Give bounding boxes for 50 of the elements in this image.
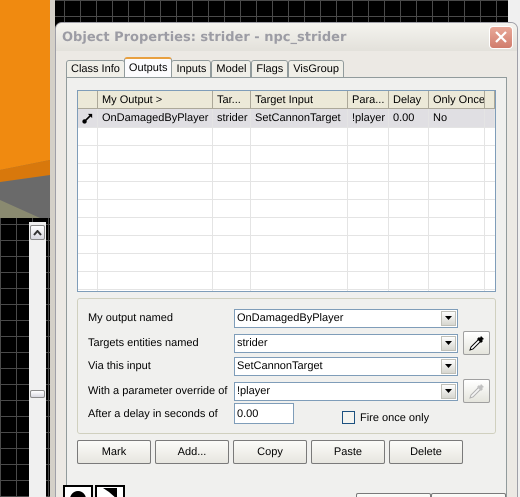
close-button[interactable] xyxy=(489,26,513,48)
column-header[interactable]: Target Input xyxy=(251,91,348,109)
dialog-button[interactable]: Delete xyxy=(389,440,463,464)
tab[interactable]: Outputs xyxy=(124,57,172,77)
dialog-button[interactable]: Copy xyxy=(233,440,307,464)
dialog-button[interactable]: Add... xyxy=(155,440,229,464)
table-cell: strider xyxy=(213,109,251,127)
scroll-thumb[interactable] xyxy=(30,390,45,398)
column-header[interactable]: Delay xyxy=(389,91,429,109)
table-cell: SetCannonTarget xyxy=(251,109,348,127)
combo-box[interactable]: !player xyxy=(234,382,458,400)
eyedropper-button[interactable] xyxy=(463,331,490,355)
tab[interactable]: Inputs xyxy=(171,60,212,77)
table-row[interactable]: OnDamagedByPlayer strider SetCannonTarget !player 0.00 No xyxy=(78,109,495,127)
dropdown-arrow-icon xyxy=(445,316,452,320)
combo-box[interactable]: strider xyxy=(234,334,458,352)
field-label: Via this input xyxy=(88,360,152,372)
field-label: My output named xyxy=(88,312,174,324)
table-cell: 0.00 xyxy=(389,109,429,127)
table-cell: !player xyxy=(348,109,389,127)
column-header[interactable]: Tar... xyxy=(213,91,251,109)
window-title: Object Properties: strider - npc_strider xyxy=(62,30,346,44)
dropdown-arrow-icon xyxy=(445,364,452,368)
field-label: After a delay in seconds of xyxy=(88,408,219,420)
combo-box[interactable]: SetCannonTarget xyxy=(234,356,458,376)
tab[interactable]: Class Info xyxy=(66,60,125,77)
arrow-icon xyxy=(101,487,119,497)
combo-box[interactable]: OnDamagedByPlayer xyxy=(234,308,458,328)
eyedropper-icon xyxy=(468,382,486,400)
eyedropper-icon xyxy=(468,334,486,352)
dropdown-arrow-icon xyxy=(445,341,452,345)
field-label: With a parameter override of xyxy=(88,385,228,397)
tab[interactable]: Flags xyxy=(251,60,288,77)
scrollbar[interactable] xyxy=(29,222,46,497)
column-header[interactable]: My Output > xyxy=(98,91,213,109)
table-cell: OnDamagedByPlayer xyxy=(98,109,213,127)
dropdown-arrow-icon xyxy=(445,389,452,393)
field-label: Targets entities named xyxy=(88,337,200,349)
fire-once-checkbox[interactable]: Fire once only xyxy=(342,411,430,424)
dialog-button[interactable]: Paste xyxy=(311,440,385,464)
tab[interactable]: VisGroup xyxy=(288,60,344,77)
column-header[interactable]: Para... xyxy=(348,91,389,109)
close-icon xyxy=(495,31,507,43)
dialog-button[interactable]: Mark xyxy=(77,440,151,464)
input-field[interactable]: 0.00 xyxy=(234,403,294,424)
tab[interactable]: Model xyxy=(211,60,252,77)
table-cell: No xyxy=(429,109,485,127)
entity-arrow-icon xyxy=(82,112,93,124)
column-header xyxy=(485,91,495,109)
column-header[interactable] xyxy=(78,91,98,109)
